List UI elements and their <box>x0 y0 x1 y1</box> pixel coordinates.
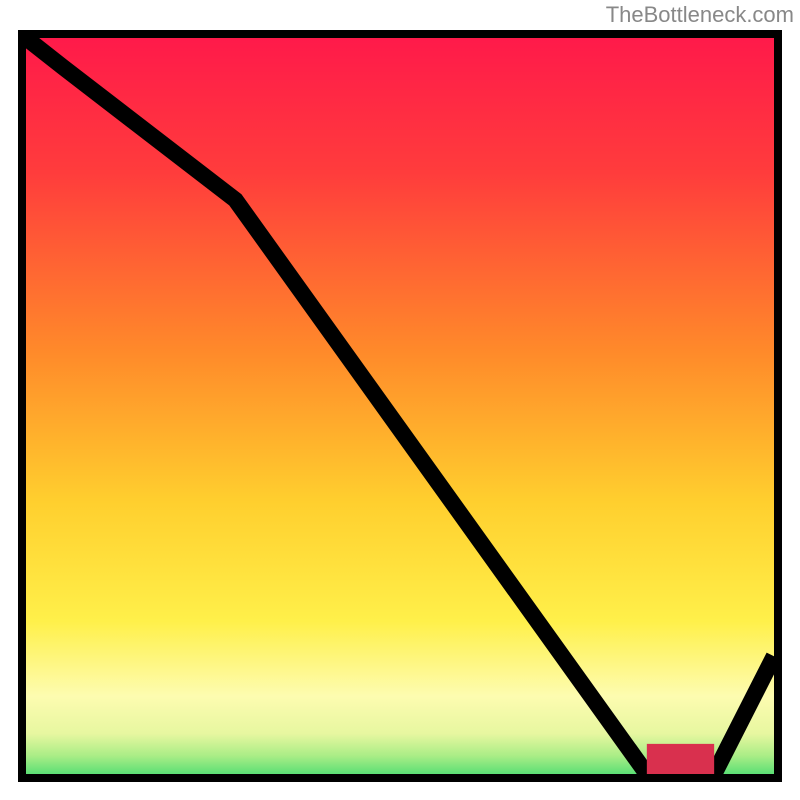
watermark-text: TheBottleneck.com <box>606 2 794 28</box>
plot-area <box>26 38 774 774</box>
bottleneck-line <box>26 38 774 774</box>
chart-root: TheBottleneck.com <box>0 0 800 800</box>
chart-curve <box>26 38 774 774</box>
plot-border <box>18 30 782 782</box>
